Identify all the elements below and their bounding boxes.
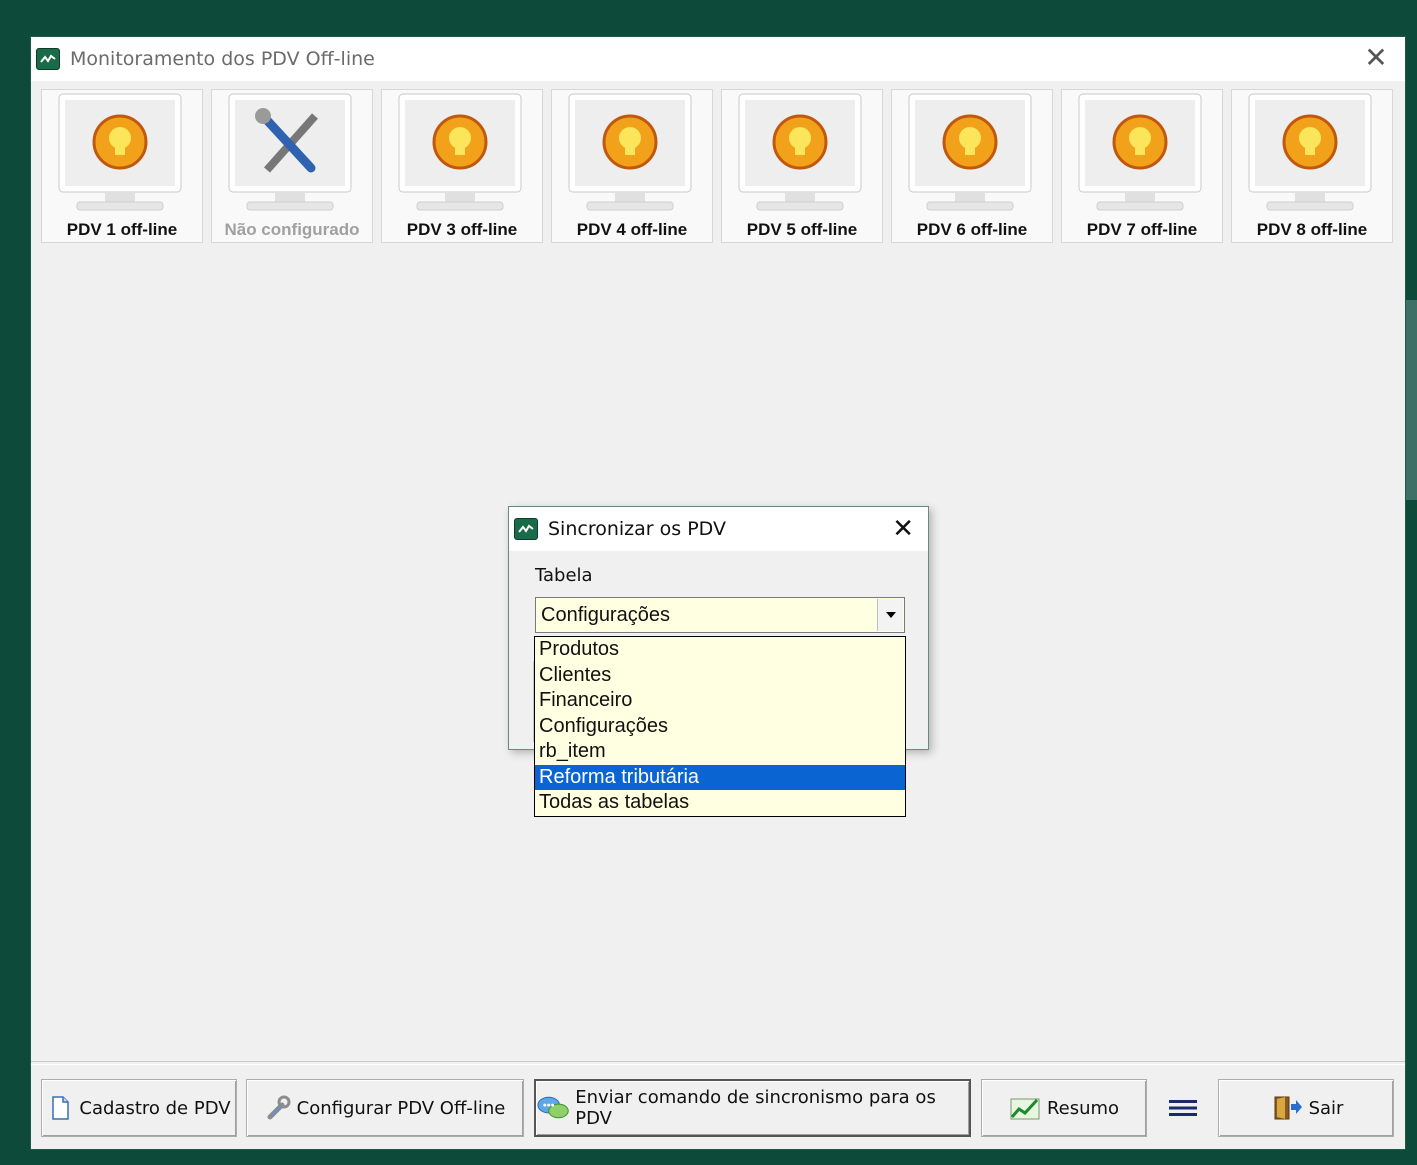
dialog-title-bar: Sincronizar os PDV ✕ xyxy=(509,507,928,551)
monitor-bulb-icon xyxy=(1248,93,1372,211)
pdv-tile-1[interactable]: PDV 1 off-line xyxy=(41,89,203,243)
pdv-tile-8[interactable]: PDV 8 off-line xyxy=(1231,89,1393,243)
background-window-edge xyxy=(1406,300,1417,500)
chart-trend-icon xyxy=(1010,1098,1040,1120)
pdv-label: PDV 1 off-line xyxy=(66,220,178,239)
pdv-label: PDV 6 off-line xyxy=(916,220,1028,239)
dropdown-option[interactable]: Configurações xyxy=(535,714,905,740)
tabela-select[interactable]: Configurações xyxy=(535,597,905,633)
cadastro-pdv-button[interactable]: Cadastro de PDV xyxy=(41,1079,237,1137)
dropdown-arrow-icon[interactable] xyxy=(877,599,903,631)
monitor-bulb-icon xyxy=(908,93,1032,211)
resumo-label: Resumo xyxy=(1046,1097,1120,1119)
chat-sync-icon xyxy=(537,1096,569,1119)
window-title: Monitoramento dos PDV Off-line xyxy=(70,48,375,70)
dropdown-option[interactable]: Financeiro xyxy=(535,688,905,714)
pdv-tile-6[interactable]: PDV 6 off-line xyxy=(891,89,1053,243)
title-bar: Monitoramento dos PDV Off-line ✕ xyxy=(31,37,1405,81)
dropdown-option[interactable]: rb_item xyxy=(535,739,905,765)
footer-divider xyxy=(31,1061,1405,1065)
exit-door-icon xyxy=(1274,1096,1302,1120)
dialog-close-icon[interactable]: ✕ xyxy=(892,515,914,541)
pdv-panel: PDV 1 off-line Não configurado PDV 3 off… xyxy=(41,89,1401,245)
pdv-tile-7[interactable]: PDV 7 off-line xyxy=(1061,89,1223,243)
dropdown-option[interactable]: Clientes xyxy=(535,663,905,689)
configurar-pdv-label: Configurar PDV Off-line xyxy=(296,1097,506,1119)
close-icon[interactable]: ✕ xyxy=(1363,44,1389,72)
monitor-bulb-icon xyxy=(568,93,692,211)
tabela-dropdown-list: Produtos Clientes Financeiro Configuraçõ… xyxy=(534,636,906,817)
monitor-bulb-icon xyxy=(1078,93,1202,211)
app-logo-icon xyxy=(514,518,538,540)
pdv-label: PDV 4 off-line xyxy=(576,220,688,239)
monitor-tools-icon xyxy=(228,93,352,211)
enviar-sincronismo-button[interactable]: Enviar comando de sincronismo para os PD… xyxy=(534,1079,971,1137)
dropdown-option-highlighted[interactable]: Reforma tributária xyxy=(535,764,905,790)
dialog-title: Sincronizar os PDV xyxy=(548,518,726,540)
cadastro-pdv-label: Cadastro de PDV xyxy=(79,1097,231,1119)
dropdown-option[interactable]: Produtos xyxy=(535,637,905,663)
pdv-tile-5[interactable]: PDV 5 off-line xyxy=(721,89,883,243)
resumo-button[interactable]: Resumo xyxy=(981,1079,1147,1137)
tabela-label: Tabela xyxy=(535,565,593,586)
sair-button[interactable]: Sair xyxy=(1218,1079,1394,1137)
monitor-bulb-icon xyxy=(398,93,522,211)
hamburger-menu-icon[interactable] xyxy=(1167,1095,1199,1121)
tabela-select-value: Configurações xyxy=(541,604,670,626)
sair-label: Sair xyxy=(1308,1097,1344,1119)
pdv-label: PDV 5 off-line xyxy=(746,220,858,239)
pdv-tile-2[interactable]: Não configurado xyxy=(211,89,373,243)
app-logo-icon xyxy=(36,48,60,70)
enviar-sincronismo-label: Enviar comando de sincronismo para os PD… xyxy=(575,1087,936,1129)
monitor-bulb-icon xyxy=(738,93,862,211)
pdv-label: PDV 3 off-line xyxy=(406,220,518,239)
configurar-pdv-button[interactable]: Configurar PDV Off-line xyxy=(246,1079,524,1137)
wrench-icon xyxy=(267,1095,291,1120)
pdv-label: Não configurado xyxy=(224,220,360,239)
pdv-label: PDV 7 off-line xyxy=(1086,220,1198,239)
document-icon xyxy=(52,1096,70,1120)
pdv-tile-3[interactable]: PDV 3 off-line xyxy=(381,89,543,243)
pdv-label: PDV 8 off-line xyxy=(1256,220,1368,239)
dropdown-option[interactable]: Todas as tabelas xyxy=(535,790,905,816)
pdv-tile-4[interactable]: PDV 4 off-line xyxy=(551,89,713,243)
monitor-bulb-icon xyxy=(58,93,182,211)
